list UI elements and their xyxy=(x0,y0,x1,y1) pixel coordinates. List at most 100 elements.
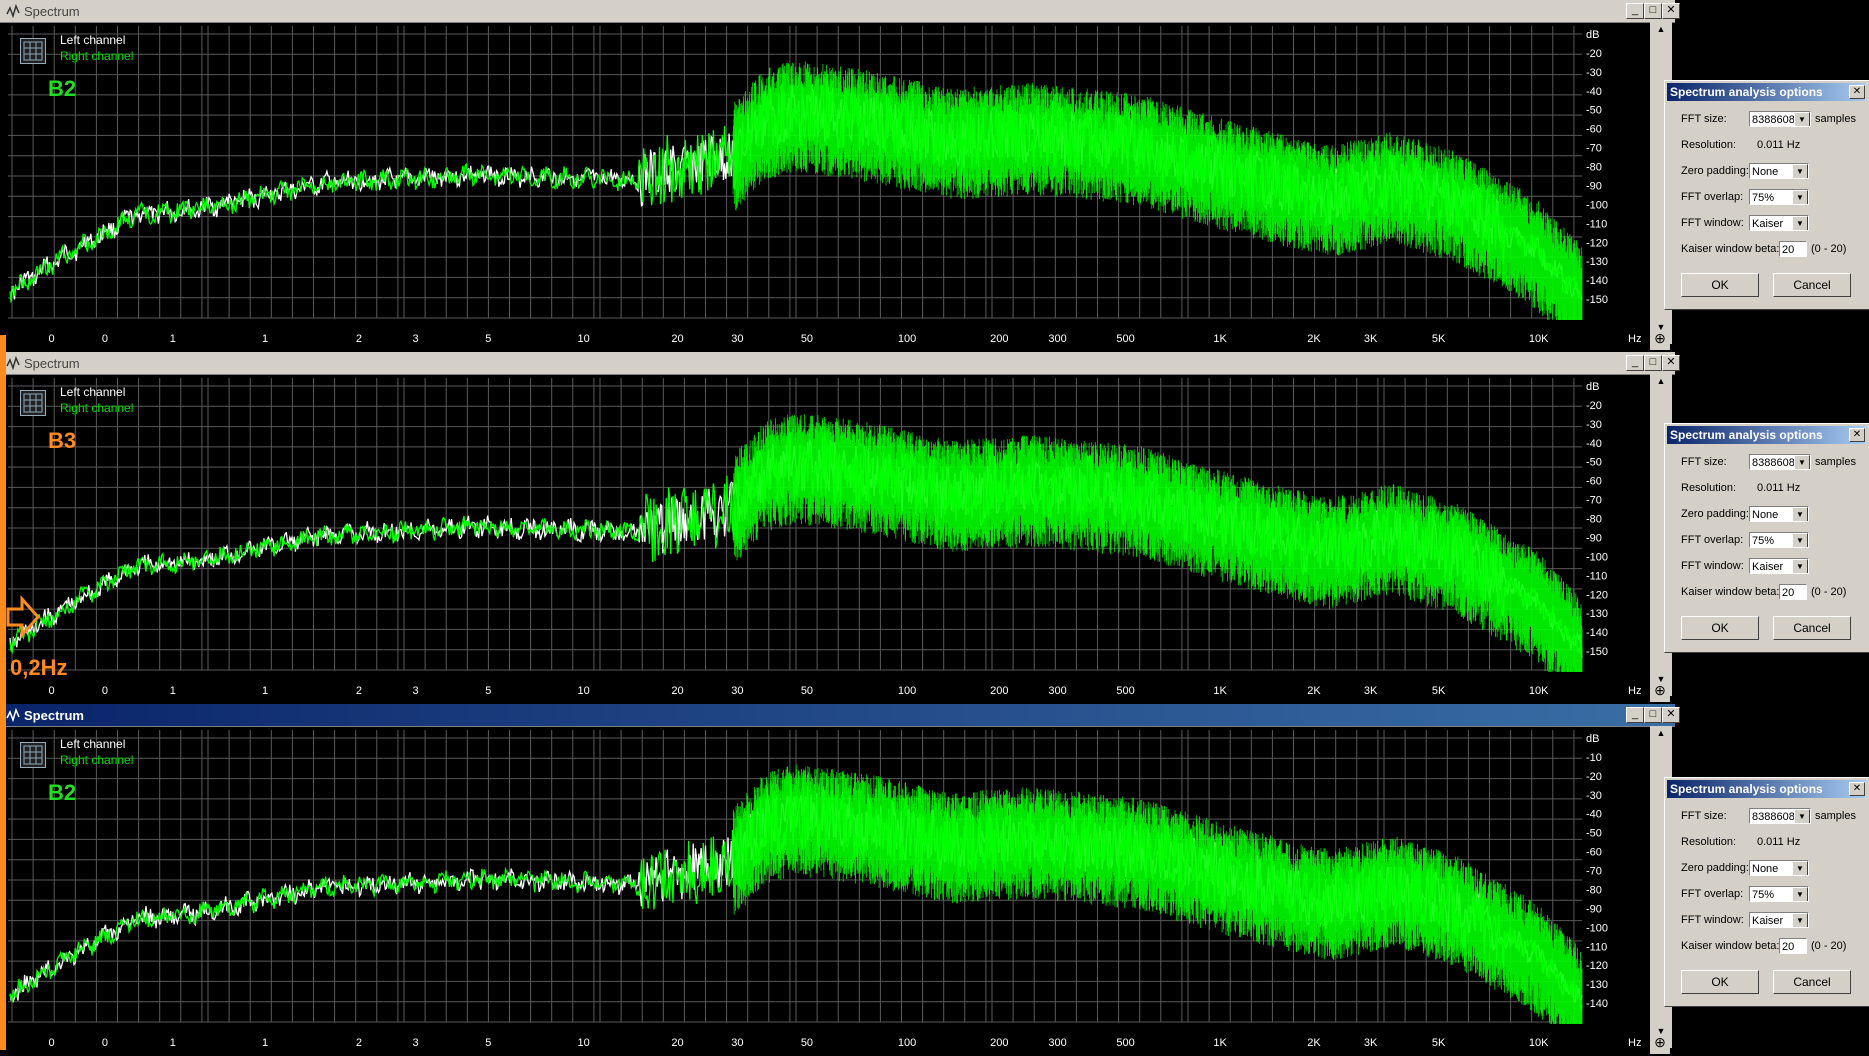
zoom-icon[interactable]: ⊕ xyxy=(1650,330,1670,350)
fft-overlap-value: 75% xyxy=(1752,889,1775,901)
freq-unit-label: Hz xyxy=(1628,685,1642,697)
dialog-close-button[interactable]: ✕ xyxy=(1849,428,1865,442)
highlight-bar xyxy=(0,335,6,1050)
maximize-button[interactable]: □ xyxy=(1644,355,1662,371)
fft-window-select[interactable]: Kaiser ▼ xyxy=(1749,215,1809,231)
maximize-button[interactable]: □ xyxy=(1644,3,1662,19)
legend-grid-icon[interactable] xyxy=(20,742,46,768)
dialog-title: Spectrum analysis options xyxy=(1667,426,1865,444)
spectrum-plot: -20 -30 -40 -50 -60 -70 -80 -90 -100 -110 -120 -130… xyxy=(8,378,1626,678)
close-button[interactable]: ✕ xyxy=(1662,3,1680,19)
dropdown-arrow-icon[interactable]: ▼ xyxy=(1792,913,1808,927)
spectrum-options-dialog: Spectrum analysis options ✕ FFT size: 83886… xyxy=(1664,777,1869,1007)
kaiser-beta-value: 20 xyxy=(1782,941,1795,953)
window-title: Spectrum xyxy=(24,4,80,19)
spectrum-options-dialog: Spectrum analysis options ✕ FFT size: 83886… xyxy=(1664,80,1869,310)
freq-tick-label: 1K xyxy=(1213,1037,1227,1049)
window-titlebar[interactable]: Spectrum _ □ ✕ xyxy=(0,704,1680,727)
legend-right-channel: Right channel xyxy=(60,753,134,767)
db-tick-label: -140 xyxy=(1586,275,1608,287)
cancel-button[interactable]: Cancel xyxy=(1773,970,1851,994)
fft-window-select[interactable]: Kaiser ▼ xyxy=(1749,912,1809,928)
ok-button[interactable]: OK xyxy=(1681,616,1759,640)
fft-overlap-label: FFT overlap: xyxy=(1681,888,1744,900)
db-tick-label: -120 xyxy=(1586,237,1608,249)
freq-tick-label: 30 xyxy=(731,685,744,697)
dropdown-arrow-icon[interactable]: ▼ xyxy=(1794,455,1810,469)
dropdown-arrow-icon[interactable]: ▼ xyxy=(1792,533,1808,547)
close-button[interactable]: ✕ xyxy=(1662,355,1680,371)
dropdown-arrow-icon[interactable]: ▼ xyxy=(1792,887,1808,901)
window-titlebar[interactable]: Spectrum _ □ ✕ xyxy=(0,352,1680,375)
legend-grid-icon[interactable] xyxy=(20,390,46,416)
dialog-close-button[interactable]: ✕ xyxy=(1849,782,1865,796)
freq-tick-label: 5K xyxy=(1431,1037,1446,1049)
ok-button[interactable]: OK xyxy=(1681,970,1759,994)
db-tick-label: -50 xyxy=(1586,828,1602,840)
dialog-close-button[interactable]: ✕ xyxy=(1849,85,1865,99)
dropdown-arrow-icon[interactable]: ▼ xyxy=(1792,507,1808,521)
fft-overlap-select[interactable]: 75% ▼ xyxy=(1749,532,1809,548)
freq-tick-label: 300 xyxy=(1048,333,1067,345)
cancel-button[interactable]: Cancel xyxy=(1773,616,1851,640)
zero-padding-value: None xyxy=(1752,509,1779,521)
dropdown-arrow-icon[interactable]: ▼ xyxy=(1792,861,1808,875)
fft-size-select[interactable]: 8388608 ▼ xyxy=(1749,808,1811,824)
panel-tag: B2 xyxy=(48,780,77,805)
freq-tick-label: 30 xyxy=(731,333,744,345)
dropdown-arrow-icon[interactable]: ▼ xyxy=(1792,190,1808,204)
ok-button[interactable]: OK xyxy=(1681,273,1759,297)
freq-tick-label: 2K xyxy=(1307,685,1321,697)
freq-tick-label: 2 xyxy=(355,1037,362,1049)
fft-overlap-select[interactable]: 75% ▼ xyxy=(1749,189,1809,205)
freq-tick-label: 0 xyxy=(101,685,108,697)
zero-padding-select[interactable]: None ▼ xyxy=(1749,506,1809,522)
freq-tick-label: 300 xyxy=(1048,685,1067,697)
freq-tick-label: 10K xyxy=(1528,685,1549,697)
zoom-icon[interactable]: ⊕ xyxy=(1650,682,1670,702)
window-title: Spectrum xyxy=(24,708,84,723)
dropdown-arrow-icon[interactable]: ▼ xyxy=(1794,112,1810,126)
zoom-icon[interactable]: ⊕ xyxy=(1650,1034,1670,1054)
kaiser-beta-input[interactable]: 20 xyxy=(1779,241,1807,257)
zero-padding-select[interactable]: None ▼ xyxy=(1749,163,1809,179)
freq-unit-label: Hz xyxy=(1628,1037,1642,1049)
freq-tick-label: 2K xyxy=(1307,333,1321,345)
cancel-button[interactable]: Cancel xyxy=(1773,273,1851,297)
scroll-up-button[interactable]: ▲ xyxy=(1653,24,1669,38)
dropdown-arrow-icon[interactable]: ▼ xyxy=(1792,559,1808,573)
maximize-button[interactable]: □ xyxy=(1644,707,1662,723)
spectrum-window: Spectrum _ □ ✕ -20 -30 -40 -50 -60 -70 -80 -90 -100-… xyxy=(0,352,1680,704)
scroll-up-button[interactable]: ▲ xyxy=(1653,376,1669,390)
scroll-up-button[interactable]: ▲ xyxy=(1653,728,1669,742)
spectrum-options-dialog: Spectrum analysis options ✕ FFT size: 83886… xyxy=(1664,423,1869,653)
fft-window-select[interactable]: Kaiser ▼ xyxy=(1749,558,1809,574)
freq-tick-label: 3 xyxy=(412,1037,419,1049)
dropdown-arrow-icon[interactable]: ▼ xyxy=(1794,809,1810,823)
zero-padding-label: Zero padding: xyxy=(1681,862,1749,874)
fft-overlap-label: FFT overlap: xyxy=(1681,534,1744,546)
legend-grid-icon[interactable] xyxy=(20,38,46,64)
frequency-annotation: 0,2Hz xyxy=(10,655,68,680)
db-unit-label: dB xyxy=(1586,381,1599,393)
window-titlebar[interactable]: Spectrum _ □ ✕ xyxy=(0,0,1680,23)
zero-padding-select[interactable]: None ▼ xyxy=(1749,860,1809,876)
fft-overlap-select[interactable]: 75% ▼ xyxy=(1749,886,1809,902)
resolution-value: 0.011 Hz xyxy=(1757,139,1801,151)
dropdown-arrow-icon[interactable]: ▼ xyxy=(1792,216,1808,230)
kaiser-beta-input[interactable]: 20 xyxy=(1779,938,1807,954)
freq-tick-label: 100 xyxy=(897,685,917,697)
fft-overlap-value: 75% xyxy=(1752,192,1775,204)
freq-tick-label: 2 xyxy=(355,685,362,697)
fft-size-select[interactable]: 8388608 ▼ xyxy=(1749,111,1811,127)
minimize-button[interactable]: _ xyxy=(1626,3,1644,19)
dropdown-arrow-icon[interactable]: ▼ xyxy=(1792,164,1808,178)
fft-size-select[interactable]: 8388608 ▼ xyxy=(1749,454,1811,470)
db-tick-label: -50 xyxy=(1586,105,1602,117)
kaiser-beta-input[interactable]: 20 xyxy=(1779,584,1807,600)
minimize-button[interactable]: _ xyxy=(1626,355,1644,371)
dialog-title: Spectrum analysis options xyxy=(1667,83,1865,101)
close-button[interactable]: ✕ xyxy=(1662,707,1680,723)
kaiser-beta-label: Kaiser window beta: xyxy=(1681,243,1780,255)
minimize-button[interactable]: _ xyxy=(1626,707,1644,723)
